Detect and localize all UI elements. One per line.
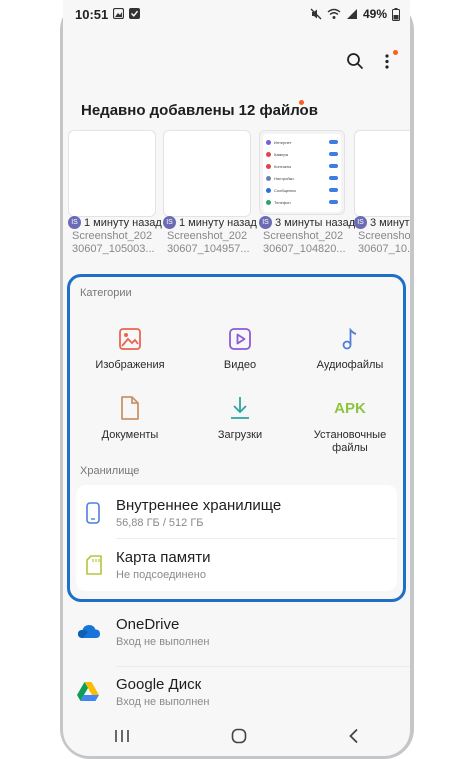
categories-storage-card: Категории Изображения Видео Аудиофайлы Д… [67, 274, 406, 602]
storage-label: Хранилище [80, 465, 140, 477]
divider [116, 666, 410, 667]
category-downloads[interactable]: Загрузки [185, 385, 295, 442]
google-drive-icon [77, 682, 99, 701]
document-icon [121, 396, 139, 420]
music-note-icon [342, 327, 357, 350]
user-badge-icon: IS [354, 216, 367, 229]
onedrive-icon [78, 625, 100, 638]
battery-icon [392, 7, 400, 21]
menu-notification-dot [393, 50, 398, 55]
status-time: 10:51 [75, 7, 109, 22]
category-video[interactable]: Видео [185, 315, 295, 372]
recent-file-item[interactable]: IS 1 минуту назад Screenshot_202 30607_104… [163, 130, 257, 262]
mute-icon [310, 8, 322, 20]
status-notification-icons [113, 8, 140, 19]
user-badge-icon: IS [68, 216, 81, 229]
home-icon[interactable] [231, 728, 247, 744]
recent-new-dot [299, 100, 304, 105]
storage-panel: Внутреннее хранилище 56,88 ГБ / 512 ГБ К… [76, 485, 397, 591]
more-options-icon[interactable] [384, 52, 390, 70]
recent-files-title[interactable]: Недавно добавлены 12 файлов [81, 102, 318, 119]
battery-percent: 49% [362, 7, 387, 21]
image-icon [119, 328, 141, 350]
recent-file-item[interactable]: IS 1 минуту назад Screenshot_202 30607_105… [68, 130, 162, 262]
user-badge-icon: IS [259, 216, 272, 229]
gallery-notification-icon [113, 8, 124, 19]
wifi-icon [327, 8, 341, 19]
status-right: 49% [310, 7, 400, 21]
recent-file-item[interactable]: Интернет Камера Контакты Настройки Сообщ… [259, 130, 355, 262]
sd-card-icon [86, 555, 102, 575]
internal-storage-item[interactable]: Внутреннее хранилище 56,88 ГБ / 512 ГБ [76, 485, 397, 538]
category-images[interactable]: Изображения [75, 315, 185, 372]
file-thumbnail [354, 130, 410, 217]
navigation-bar [63, 716, 410, 756]
google-drive-item[interactable]: Google Диск Вход не выполнен [63, 668, 410, 718]
back-icon[interactable] [348, 728, 360, 744]
check-notification-icon [129, 8, 140, 19]
search-icon[interactable] [346, 52, 364, 70]
categories-label: Категории [80, 287, 132, 299]
recent-file-item[interactable]: IS3 минуты назад Screenshot_20230607_10.… [354, 130, 410, 262]
recent-apps-icon[interactable] [114, 729, 130, 743]
file-thumbnail [68, 130, 156, 217]
file-thumbnail [163, 130, 251, 217]
user-badge-icon: IS [163, 216, 176, 229]
apk-icon: APK [334, 400, 366, 417]
download-icon [231, 397, 249, 419]
signal-icon [346, 9, 357, 19]
onedrive-item[interactable]: OneDrive Вход не выполнен [63, 608, 410, 666]
category-installation-files[interactable]: APK Установочные файлы [295, 385, 405, 455]
phone-storage-icon [86, 502, 100, 524]
category-audio[interactable]: Аудиофайлы [295, 315, 405, 372]
memory-card-item[interactable]: Карта памяти Не подсоединено [76, 539, 397, 591]
category-documents[interactable]: Документы [75, 385, 185, 442]
file-thumbnail: Интернет Камера Контакты Настройки Сообщ… [259, 130, 345, 215]
video-icon [229, 328, 251, 350]
screen: 10:51 49% Недавно добавлены 12 файлов IS… [63, 0, 410, 756]
